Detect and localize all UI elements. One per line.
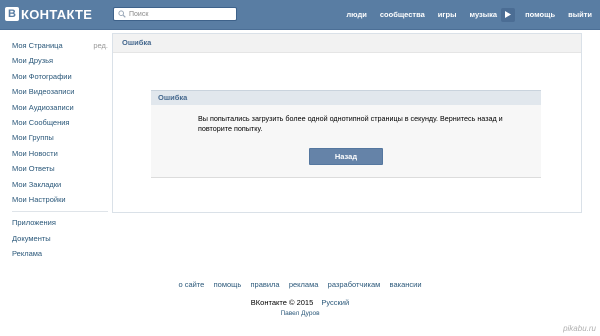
sidebar-item-videos[interactable]: Мои Видеозаписи xyxy=(12,84,108,99)
footer-links: о сайте помощь правила реклама разработч… xyxy=(0,280,600,289)
nav-people[interactable]: люди xyxy=(346,10,366,19)
vk-logo[interactable]: В КОНТАКТЕ xyxy=(5,6,92,22)
nav-music[interactable]: музыка xyxy=(470,10,498,19)
error-box: Ошибка Вы попытались загрузить более одн… xyxy=(151,90,541,178)
sidebar-item-settings[interactable]: Мои Настройки xyxy=(12,192,108,207)
left-menu: Моя Страница ред. Мои Друзья Мои Фотогра… xyxy=(12,38,108,262)
sidebar-item-news[interactable]: Мои Новости xyxy=(12,146,108,161)
copyright: ВКонтакте © 2015 Русский xyxy=(0,298,600,307)
sidebar-item-photos[interactable]: Мои Фотографии xyxy=(12,69,108,84)
nav-games[interactable]: игры xyxy=(438,10,457,19)
top-nav: люди сообщества игры музыка помощь выйти xyxy=(346,0,600,29)
logo-text: КОНТАКТЕ xyxy=(21,6,93,22)
nav-communities[interactable]: сообщества xyxy=(380,10,425,19)
search-input[interactable] xyxy=(129,10,229,18)
sidebar-item-friends[interactable]: Мои Друзья xyxy=(12,53,108,68)
sidebar-item-bookmarks[interactable]: Мои Закладки xyxy=(12,177,108,192)
search-icon xyxy=(118,10,126,18)
sidebar-item-documents[interactable]: Документы xyxy=(12,231,108,246)
main-content: Ошибка Ошибка Вы попытались загрузить бо… xyxy=(112,33,582,213)
error-title: Ошибка xyxy=(151,90,541,105)
copyright-text: ВКонтакте © 2015 xyxy=(250,298,314,307)
sidebar-item-label: Моя Страница xyxy=(12,41,63,50)
sidebar-item-apps[interactable]: Приложения xyxy=(12,215,108,230)
play-icon[interactable] xyxy=(501,7,516,22)
logo-letter: В xyxy=(5,7,19,21)
footer-link-rules[interactable]: правила xyxy=(250,280,279,289)
sidebar-item-messages[interactable]: Мои Сообщения xyxy=(12,115,108,130)
search-box[interactable] xyxy=(113,7,237,21)
sidebar-item-my-page[interactable]: Моя Страница ред. xyxy=(12,38,108,53)
edit-link[interactable]: ред. xyxy=(93,38,108,53)
top-header: В КОНТАКТЕ люди сообщества игры музыка п… xyxy=(0,0,600,30)
footer-link-jobs[interactable]: вакансии xyxy=(390,280,422,289)
page-title: Ошибка xyxy=(113,34,581,53)
nav-logout[interactable]: выйти xyxy=(568,10,592,19)
sidebar-item-groups[interactable]: Мои Группы xyxy=(12,130,108,145)
author-link[interactable]: Павел Дуров xyxy=(0,310,600,317)
watermark: pikabu.ru xyxy=(563,324,596,333)
sidebar-divider xyxy=(12,211,108,213)
nav-help[interactable]: помощь xyxy=(525,10,555,19)
sidebar-item-audio[interactable]: Мои Аудиозаписи xyxy=(12,100,108,115)
sidebar-item-ads[interactable]: Реклама xyxy=(12,246,108,261)
back-button[interactable]: Назад xyxy=(309,148,383,165)
footer-link-developers[interactable]: разработчикам xyxy=(328,280,381,289)
footer-link-about[interactable]: о сайте xyxy=(178,280,204,289)
error-message: Вы попытались загрузить более одной одно… xyxy=(198,114,503,133)
footer-link-ads[interactable]: реклама xyxy=(289,280,319,289)
sidebar-item-answers[interactable]: Мои Ответы xyxy=(12,161,108,176)
footer-link-help[interactable]: помощь xyxy=(214,280,242,289)
language-link[interactable]: Русский xyxy=(321,298,349,307)
